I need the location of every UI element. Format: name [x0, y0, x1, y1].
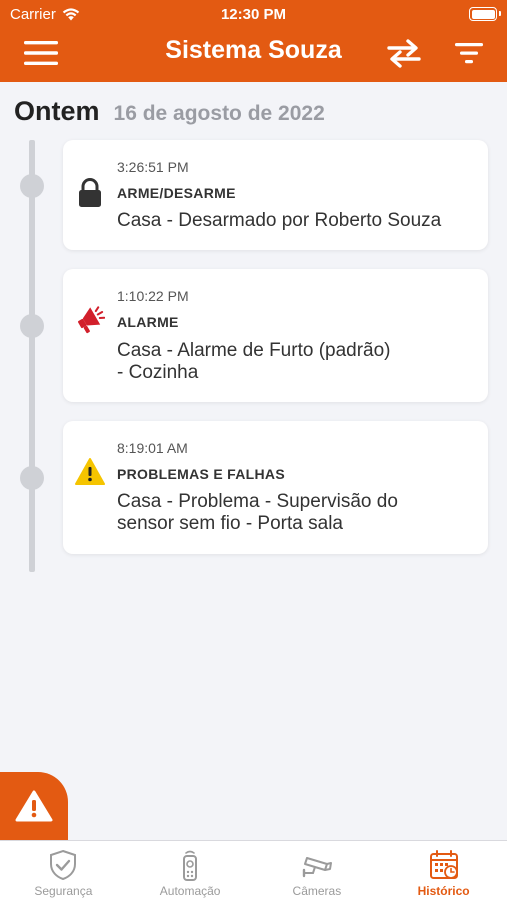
event-card[interactable]: 8:19:01 AM PROBLEMAS E FALHAS Casa - Pro…: [63, 421, 488, 554]
status-time: 12:30 PM: [220, 6, 287, 23]
timeline-dot: [20, 174, 44, 198]
camera-icon: [302, 857, 332, 878]
date-heading: Ontem 16 de agosto de 2022: [14, 96, 325, 127]
tab-label: Câmeras: [292, 884, 342, 898]
calendar-history-icon: [429, 850, 458, 879]
menu-icon[interactable]: [24, 40, 58, 66]
warning-icon: [75, 458, 105, 485]
warning-icon: [15, 790, 53, 822]
event-time: 8:19:01 AM: [117, 440, 188, 456]
page-title: Sistema Souza: [165, 36, 342, 64]
event-time: 1:10:22 PM: [117, 288, 189, 304]
event-card[interactable]: 3:26:51 PM ARME/DESARME Casa - Desarmado…: [63, 140, 488, 250]
date-day-label: Ontem: [14, 96, 100, 126]
event-category: ALARME: [117, 314, 179, 330]
tab-label: Automação: [159, 884, 221, 898]
timeline-dot: [20, 314, 44, 338]
event-description: Casa - Alarme de Furto (padrão) - Cozinh…: [117, 340, 477, 384]
alarm-megaphone-icon: [77, 306, 105, 334]
tab-label: Segurança: [34, 884, 93, 898]
event-time: 3:26:51 PM: [117, 159, 189, 175]
status-bar: Carrier 12:30 PM: [0, 0, 507, 28]
battery-icon: [469, 7, 501, 21]
filter-icon[interactable]: [454, 39, 484, 67]
remote-control-icon: [183, 850, 198, 881]
tab-label: Histórico: [417, 884, 470, 898]
swap-arrows-icon[interactable]: [386, 38, 422, 68]
event-description: Casa - Problema - Supervisão do sensor s…: [117, 491, 477, 535]
event-description-line: sensor sem fio - Porta sala: [117, 513, 343, 534]
event-card[interactable]: 1:10:22 PM ALARME Casa - Alarme de Furto…: [63, 269, 488, 402]
tab-seguranca[interactable]: Segurança: [0, 841, 127, 900]
navigation-bar: Sistema Souza: [0, 28, 507, 78]
panic-button[interactable]: [0, 772, 68, 842]
event-description-line: Casa - Problema - Supervisão do: [117, 491, 398, 512]
tab-historico[interactable]: Histórico: [380, 841, 507, 900]
date-full-label: 16 de agosto de 2022: [113, 102, 325, 125]
tab-bar: Segurança Automação Câmeras Histórico: [0, 840, 507, 900]
shield-check-icon: [50, 849, 77, 881]
timeline-line: [29, 140, 35, 572]
app-header: Carrier 12:30 PM Sistema Souza: [0, 0, 507, 82]
event-description-line: - Cozinha: [117, 362, 199, 383]
event-description: Casa - Desarmado por Roberto Souza: [117, 210, 442, 231]
event-category: ARME/DESARME: [117, 185, 236, 201]
timeline-dot: [20, 466, 44, 490]
lock-icon: [79, 178, 101, 207]
tab-cameras[interactable]: Câmeras: [254, 841, 381, 900]
event-description-line: Casa - Alarme de Furto (padrão): [117, 340, 391, 361]
event-category: PROBLEMAS E FALHAS: [117, 466, 285, 482]
tab-automacao[interactable]: Automação: [127, 841, 254, 900]
